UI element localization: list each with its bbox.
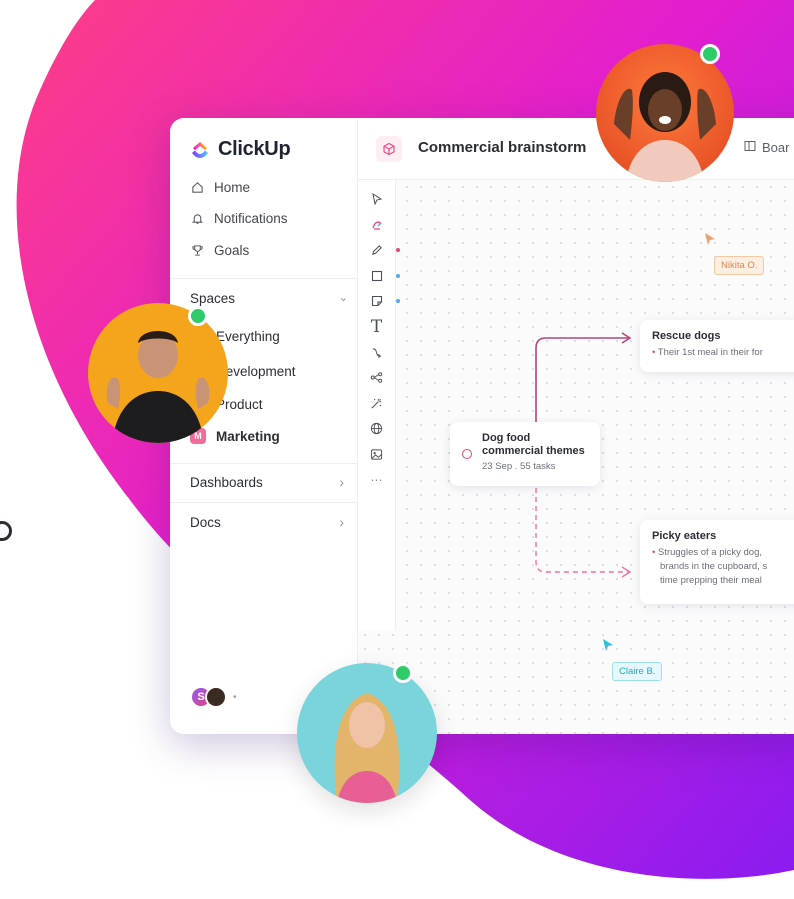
cursor-label-claire: Claire B.: [612, 662, 663, 681]
dashboards-label: Dashboards: [190, 475, 263, 490]
board-view-tab[interactable]: Boar: [744, 140, 789, 155]
bullet-text: Struggles of a picky dog,: [657, 547, 763, 558]
card-bullet: • Their 1st meal in their for: [652, 346, 763, 360]
space-item-marketing[interactable]: M Marketing: [190, 428, 280, 444]
card-title-line1: Dog food: [482, 432, 531, 444]
logo[interactable]: ClickUp: [190, 138, 291, 161]
card-tasks: 55 tasks: [520, 461, 556, 472]
bullet-icon: •: [652, 347, 656, 358]
page-title: Commercial brainstorm: [418, 139, 587, 156]
nav-notifications-label: Notifications: [214, 211, 288, 226]
collaborator-avatar-top: [596, 44, 734, 182]
bullet-icon: •: [652, 547, 656, 558]
app-window: ClickUp Home Notifications Goals Spaces …: [170, 118, 794, 734]
bullet-text: brands in the cupboard, s: [660, 561, 768, 572]
nav-notifications[interactable]: Notifications: [190, 211, 288, 226]
picky-eaters-card[interactable]: Picky eaters • Struggles of a picky dog,…: [640, 520, 794, 604]
sidebar-item-docs[interactable]: Docs ›: [190, 515, 344, 530]
rescue-dogs-card[interactable]: Rescue dogs • Their 1st meal in their fo…: [640, 320, 794, 372]
trophy-icon: [190, 244, 204, 258]
collaborator-avatar-bottom: [297, 663, 437, 803]
nav-home[interactable]: Home: [190, 180, 250, 195]
bell-icon: [190, 212, 204, 226]
spaces-header[interactable]: Spaces ⌄: [190, 291, 348, 306]
collaborator-avatar-left: [88, 303, 228, 443]
chevron-right-icon: ›: [339, 475, 345, 490]
bullet-text: time prepping their meal: [660, 575, 762, 586]
user-menu[interactable]: S •: [190, 686, 237, 708]
docs-label: Docs: [190, 515, 221, 530]
online-status-dot: [393, 663, 413, 683]
clickup-logo-icon: [192, 141, 208, 158]
cursor-icon: [705, 233, 715, 245]
cube-icon: [376, 136, 402, 162]
nav-goals-label: Goals: [214, 243, 250, 258]
online-status-dot: [188, 306, 208, 326]
nav-goals[interactable]: Goals: [190, 243, 249, 258]
sidebar-divider: [170, 502, 358, 503]
chevron-right-icon: ›: [339, 515, 345, 530]
teammate-avatar: [205, 686, 227, 708]
nav-home-label: Home: [214, 180, 251, 195]
cursor-icon: [603, 639, 613, 651]
person-illustration: [334, 693, 400, 803]
card-meta: 23 Sep . 55 tasks: [482, 460, 555, 474]
online-status-dot: [700, 44, 720, 64]
card-title: Rescue dogs: [652, 330, 721, 342]
sidebar-divider: [170, 278, 358, 279]
board-view-label: Boar: [762, 140, 790, 155]
space-label: Everything: [216, 328, 280, 344]
cursor-label-nikita: Nikita O.: [714, 256, 765, 275]
person-illustration: [614, 72, 716, 182]
dropdown-dot-icon: •: [233, 691, 237, 703]
card-date: 23 Sep: [482, 461, 513, 472]
sidebar-divider: [170, 463, 358, 464]
space-label: Marketing: [216, 428, 280, 444]
card-bullet: • Struggles of a picky dog, brands in th…: [652, 546, 767, 588]
logo-text: ClickUp: [218, 138, 291, 160]
person-illustration: [106, 331, 210, 443]
home-icon: [190, 181, 204, 195]
board-icon: [744, 140, 756, 155]
bullet-text: Their 1st meal in their for: [657, 347, 763, 358]
whiteboard-canvas[interactable]: T ⋯ Dog food commercial themes 23 Sep . …: [358, 180, 794, 734]
circle-status-icon: [462, 449, 472, 459]
chevron-down-icon[interactable]: ⌄: [339, 291, 348, 306]
card-title-line2: commercial themes: [482, 445, 585, 457]
sidebar-item-dashboards[interactable]: Dashboards ›: [190, 475, 344, 490]
spaces-label: Spaces: [190, 291, 236, 306]
card-title: Picky eaters: [652, 530, 717, 542]
center-idea-card[interactable]: Dog food commercial themes 23 Sep . 55 t…: [450, 422, 600, 486]
